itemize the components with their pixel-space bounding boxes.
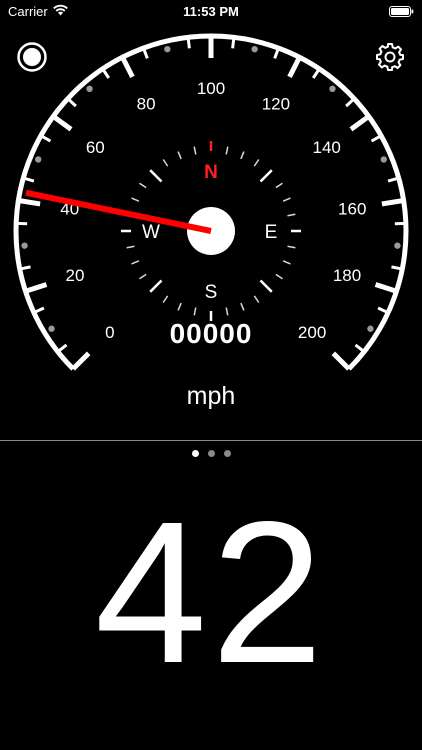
compass-tick: [193, 307, 197, 316]
odometer: 00000: [169, 318, 253, 349]
speed-scale-label: 60: [86, 138, 105, 157]
status-bar: Carrier 11:53 PM: [0, 0, 422, 22]
minor-tick: [345, 97, 356, 108]
speed-scale-label: 20: [66, 266, 85, 285]
mid-tick-dot: [86, 85, 93, 93]
compass-tick: [177, 151, 182, 160]
major-tick: [51, 114, 73, 132]
compass-south-label: S: [205, 282, 218, 303]
major-tick: [24, 282, 48, 294]
major-tick: [381, 198, 404, 207]
mid-tick-dot: [380, 156, 387, 163]
minor-tick: [40, 134, 52, 143]
compass-tick: [282, 260, 291, 265]
speed-scale-label: 80: [137, 95, 156, 114]
major-tick: [71, 351, 91, 371]
minor-tick: [273, 47, 280, 59]
compass-tick: [259, 279, 273, 293]
compass-tick: [240, 302, 245, 311]
mid-tick-dot: [394, 242, 401, 249]
minor-tick: [370, 134, 382, 143]
compass-tick: [225, 307, 229, 316]
compass-tick: [275, 182, 283, 189]
compass-tick: [177, 302, 182, 311]
compass-west-label: W: [142, 222, 160, 243]
minor-tick: [142, 47, 149, 59]
mid-tick-dot: [329, 85, 336, 93]
minor-tick: [19, 265, 31, 271]
compass-tick: [131, 197, 140, 202]
speed-scale-label: 120: [262, 95, 290, 114]
compass-tick: [259, 169, 273, 183]
compass-tick: [126, 245, 135, 249]
minor-tick: [33, 306, 45, 315]
compass-tick: [162, 295, 169, 303]
clock: 11:53 PM: [183, 4, 239, 19]
mid-tick-dot: [35, 156, 42, 163]
speed-scale-label: 160: [338, 200, 366, 219]
mid-tick-dot: [164, 45, 171, 53]
digital-speed: 42: [94, 479, 328, 705]
compass-tick: [225, 146, 229, 155]
compass-tick: [282, 197, 291, 202]
compass-tick: [149, 279, 163, 293]
speed-unit-label[interactable]: mph: [0, 382, 422, 411]
compass-tick: [131, 260, 140, 265]
major-tick: [374, 282, 398, 294]
compass-tick: [162, 159, 169, 167]
minor-tick: [101, 68, 111, 79]
speed-scale-label: 180: [333, 266, 361, 285]
page-dot[interactable]: [207, 450, 215, 457]
compass-tick: [287, 213, 296, 217]
mid-tick-dot: [251, 45, 258, 53]
compass-tick: [139, 273, 147, 280]
compass-north-label: N: [204, 162, 218, 183]
mid-tick-dot: [21, 242, 28, 249]
compass-tick: [253, 295, 260, 303]
major-tick: [287, 56, 302, 78]
speed-scale-label: 140: [313, 138, 341, 157]
minor-tick: [186, 37, 191, 49]
minor-tick: [66, 97, 77, 108]
compass-east-label: E: [265, 222, 278, 243]
divider: [0, 440, 422, 441]
major-tick: [18, 198, 41, 207]
minor-tick: [231, 37, 236, 49]
major-tick: [120, 56, 135, 78]
minor-tick: [391, 265, 403, 271]
compass-tick: [240, 151, 245, 160]
page-indicator[interactable]: [0, 450, 422, 460]
major-tick: [331, 351, 351, 371]
major-tick: [349, 114, 371, 132]
compass-tick: [275, 273, 283, 280]
compass-tick: [149, 169, 163, 183]
battery-icon: [389, 6, 414, 17]
compass-tick: [253, 159, 260, 167]
minor-tick: [377, 306, 389, 315]
page-dot[interactable]: [223, 450, 231, 457]
compass-tick: [193, 146, 197, 155]
compass-tick: [139, 182, 147, 189]
compass-tick: [287, 245, 296, 249]
page-dot[interactable]: [191, 450, 199, 457]
minor-tick: [311, 68, 321, 79]
speed-scale-label: 100: [197, 79, 225, 98]
